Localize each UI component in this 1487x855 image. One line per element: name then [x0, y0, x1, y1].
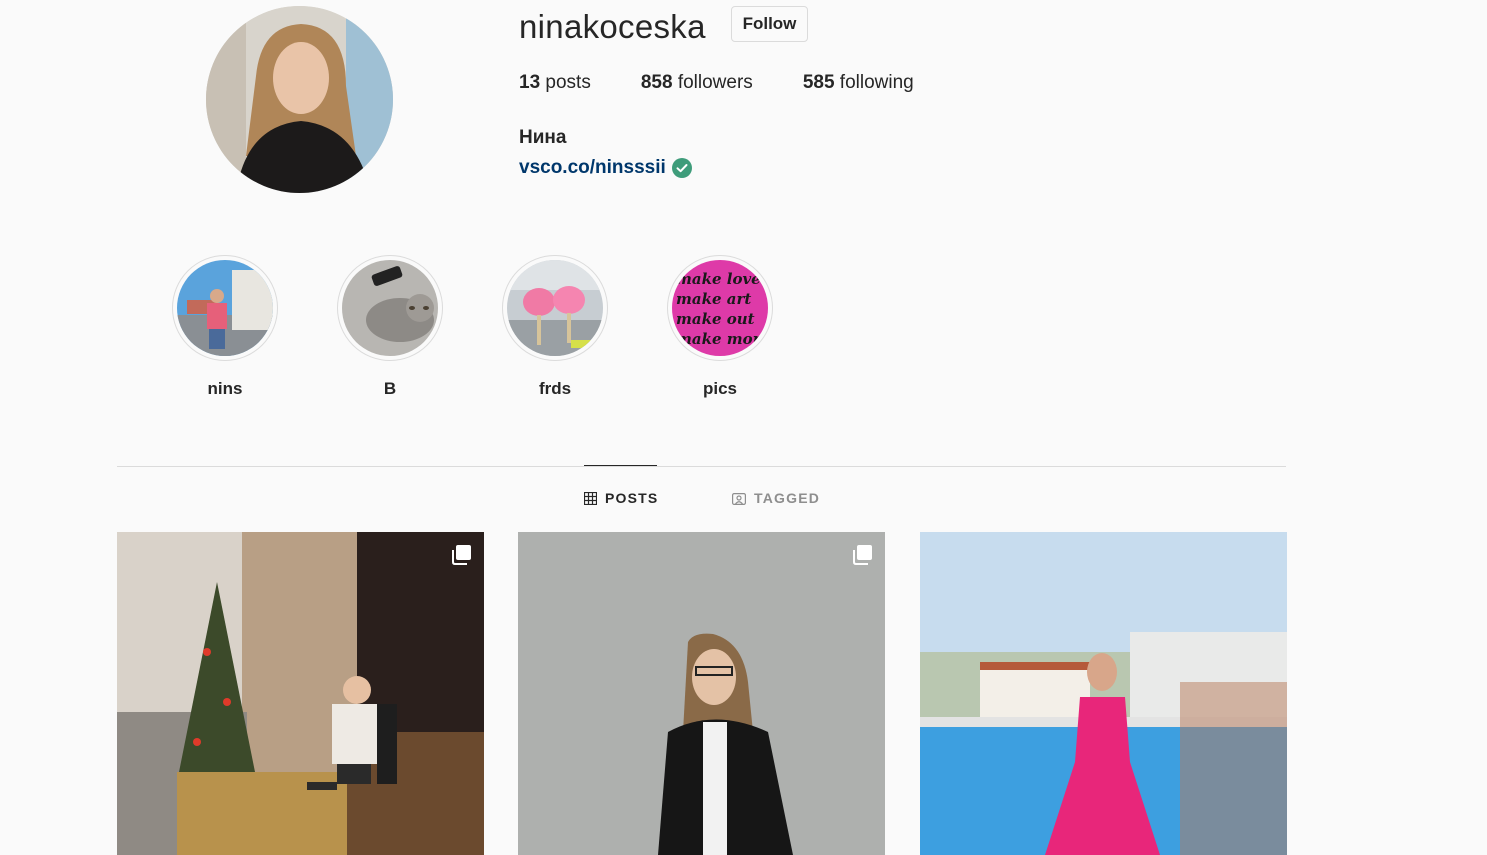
- highlight-cover-text: make money: [676, 330, 768, 348]
- verified-check-icon: [671, 158, 692, 178]
- highlight-ring: [172, 255, 278, 361]
- highlight-label: frds: [538, 379, 572, 398]
- profile-stats: 13 posts 858 followers 585 following: [519, 72, 964, 94]
- highlight-cover-text: make art: [676, 290, 751, 308]
- highlight-label: nins: [207, 379, 243, 398]
- post-thumbnail[interactable]: [920, 532, 1287, 855]
- post-image: [117, 532, 484, 855]
- profile-username: ninakoceska: [519, 8, 706, 45]
- story-highlights: nins B frds make love make art make out …: [172, 255, 832, 399]
- following-count: 585: [802, 72, 835, 93]
- highlight-pics[interactable]: make love make art make out make money p…: [667, 255, 773, 399]
- post-image: [518, 532, 885, 855]
- profile-avatar[interactable]: [206, 6, 393, 193]
- highlight-frds[interactable]: frds: [502, 255, 608, 399]
- highlight-b[interactable]: B: [337, 255, 443, 399]
- highlight-cover-text: make love: [676, 270, 761, 288]
- followers-stat[interactable]: 858 followers: [641, 72, 753, 94]
- profile-full-name: Нина: [519, 127, 567, 148]
- post-thumbnail[interactable]: [117, 532, 484, 855]
- highlight-ring: [502, 255, 608, 361]
- highlight-cover: [342, 260, 438, 356]
- highlight-nins[interactable]: nins: [172, 255, 278, 399]
- posts-label: posts: [545, 72, 591, 93]
- highlight-cover: [177, 260, 273, 356]
- bio-link[interactable]: vsco.co/ninsssii: [519, 157, 692, 179]
- multiple-posts-icon: [853, 545, 872, 565]
- tab-posts[interactable]: POSTS: [584, 490, 658, 506]
- multiple-posts-icon: [452, 545, 471, 565]
- highlight-cover-text: make out: [676, 310, 755, 328]
- following-stat[interactable]: 585 following: [803, 72, 914, 94]
- post-image: [920, 532, 1287, 855]
- tab-label: TAGGED: [754, 490, 821, 506]
- post-thumbnail[interactable]: [518, 532, 885, 855]
- highlight-ring: [337, 255, 443, 361]
- highlight-ring: make love make art make out make money: [667, 255, 773, 361]
- highlight-label: pics: [702, 379, 738, 398]
- tagged-icon: [732, 492, 746, 505]
- highlight-cover: make love make art make out make money: [672, 260, 768, 356]
- followers-count: 858: [640, 72, 673, 93]
- follow-button[interactable]: Follow: [731, 6, 808, 42]
- tabs-divider: [117, 466, 1286, 467]
- active-tab-indicator: [584, 465, 657, 466]
- highlight-label: B: [383, 379, 397, 398]
- followers-label: followers: [677, 72, 753, 93]
- following-label: following: [839, 72, 914, 93]
- highlight-cover: [507, 260, 603, 356]
- tab-tagged[interactable]: TAGGED: [732, 490, 820, 506]
- tab-label: POSTS: [605, 490, 659, 506]
- posts-stat: 13 posts: [519, 72, 591, 94]
- posts-count: 13: [519, 72, 541, 93]
- bio-link-text: vsco.co/ninsssii: [519, 157, 666, 178]
- grid-icon: [584, 491, 597, 505]
